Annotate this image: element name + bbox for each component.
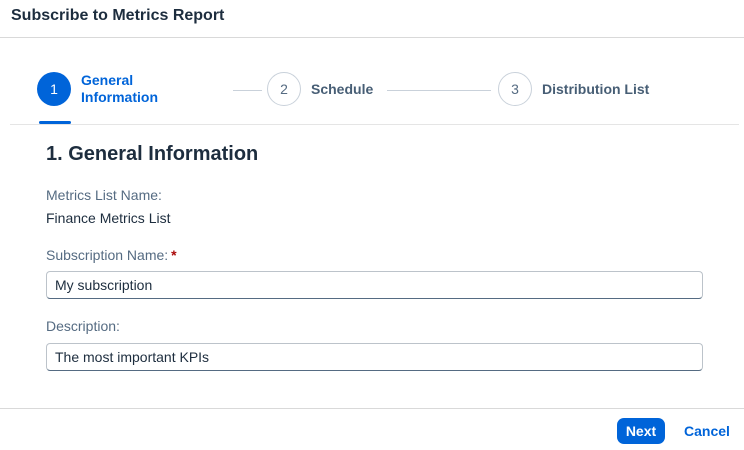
metrics-list-name-label: Metrics List Name: — [46, 187, 162, 203]
step-number-badge: 1 — [37, 72, 71, 106]
step-number-badge: 3 — [498, 72, 532, 106]
description-input[interactable] — [46, 343, 703, 371]
step-connector — [233, 90, 262, 91]
step-label: Distribution List — [542, 80, 650, 97]
wizard-step-distribution-list[interactable]: 3 Distribution List — [498, 72, 649, 106]
subscription-name-input[interactable] — [46, 271, 703, 299]
section-title: 1. General Information — [46, 143, 259, 165]
subscription-name-label-text: Subscription Name: — [46, 247, 169, 263]
description-label: Description: — [46, 318, 120, 334]
wizard-progress-bar: 1 General Information 2 Schedule 3 Distr… — [10, 38, 739, 125]
dialog-header: Subscribe to Metrics Report — [0, 0, 744, 38]
wizard-step-schedule[interactable]: 2 Schedule — [267, 72, 373, 106]
required-indicator: * — [171, 247, 177, 263]
dialog-title: Subscribe to Metrics Report — [11, 7, 225, 24]
dialog-footer: Next Cancel — [0, 408, 744, 450]
wizard-step-general-information[interactable]: 1 General Information — [37, 72, 181, 106]
step-number-badge: 2 — [267, 72, 301, 106]
next-button[interactable]: Next — [617, 418, 665, 444]
step-label: Schedule — [311, 80, 374, 97]
subscription-name-label: Subscription Name: * — [46, 247, 177, 263]
active-step-indicator — [39, 121, 71, 124]
cancel-button[interactable]: Cancel — [677, 418, 737, 444]
step-connector — [387, 90, 491, 91]
step-label: General Information — [81, 72, 158, 105]
metrics-list-name-value: Finance Metrics List — [46, 210, 171, 226]
